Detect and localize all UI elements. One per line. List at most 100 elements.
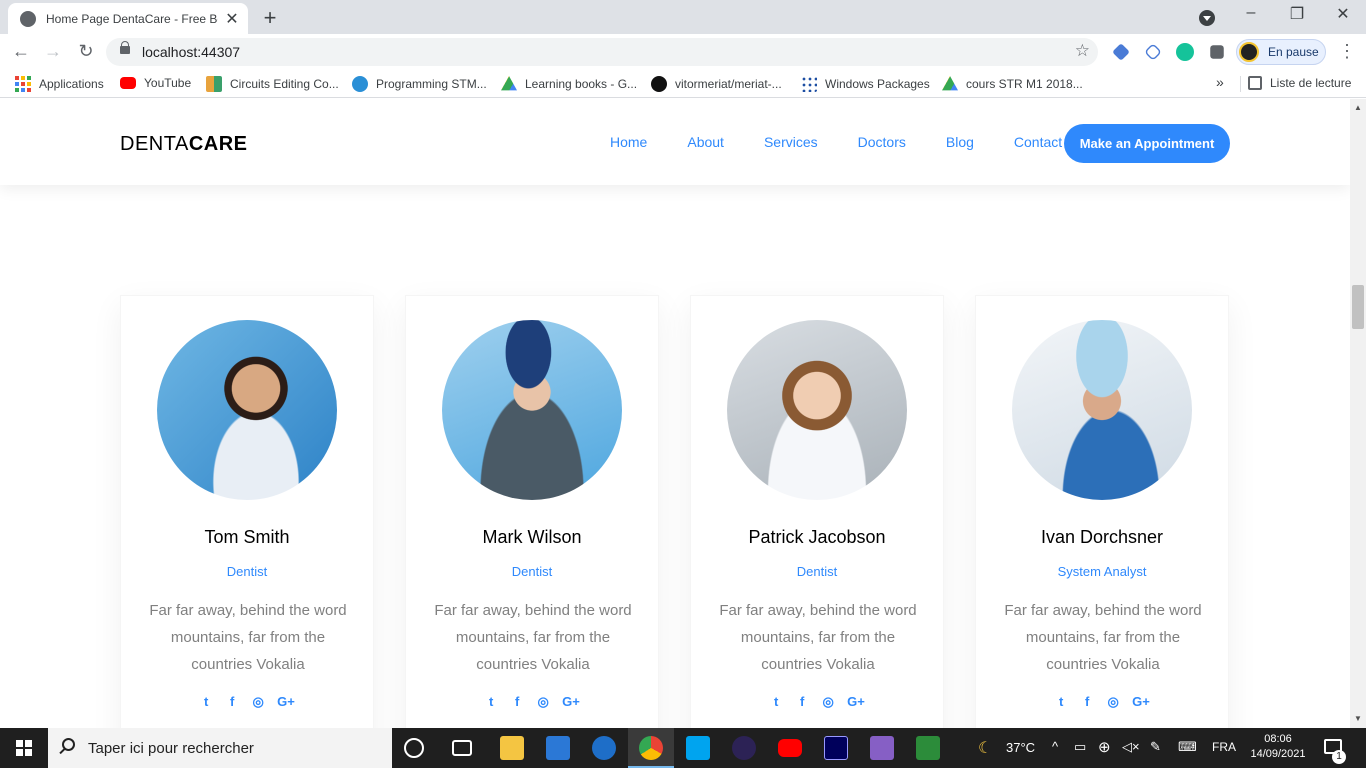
bookmark-github[interactable]: vitormeriat/meriat-... (651, 76, 782, 92)
notification-count: 1 (1332, 750, 1346, 764)
bookmark-label: Learning books - G... (525, 77, 638, 91)
bookmark-learning-books[interactable]: Learning books - G... (501, 76, 637, 92)
twitter-icon[interactable]: t (484, 694, 498, 710)
page-scrollbar[interactable]: ▲ ▼ (1350, 99, 1366, 728)
eclipse-icon[interactable] (732, 736, 756, 760)
keyboard-icon[interactable]: ⌨ (1178, 739, 1197, 755)
reading-list-icon (1248, 76, 1262, 90)
tray-chevron-icon[interactable]: ^ (1052, 739, 1058, 754)
system-clock[interactable]: 08:06 14/09/2021 (1236, 732, 1320, 762)
nav-blog[interactable]: Blog (946, 134, 974, 150)
windows-logo-icon (25, 749, 32, 756)
reload-button[interactable]: ↻ (75, 41, 97, 62)
profile-button[interactable]: En pause (1236, 39, 1326, 65)
start-button[interactable] (0, 728, 48, 768)
site-logo[interactable]: DENTACARE (120, 133, 247, 156)
doctor-card: Tom Smith Dentist Far far away, behind t… (120, 295, 374, 728)
bookmark-cours-str[interactable]: cours STR M1 2018... (942, 76, 1083, 92)
nav-services[interactable]: Services (764, 134, 818, 150)
doctor-role: Dentist (796, 564, 838, 579)
url-text[interactable]: localhost:44307 (142, 44, 240, 60)
app-installer-icon[interactable] (686, 736, 710, 760)
social-links: t f ◎ G+ (121, 694, 373, 710)
link-extension-icon[interactable] (1144, 43, 1162, 61)
bookmark-youtube[interactable]: YouTube (120, 76, 191, 90)
facebook-icon[interactable]: f (1080, 694, 1094, 710)
close-window-button[interactable]: ✕ (1331, 4, 1355, 24)
youtube-icon[interactable] (778, 739, 802, 757)
mail-icon[interactable] (546, 736, 570, 760)
doctor-role: Dentist (511, 564, 553, 579)
youtube-icon (120, 77, 136, 89)
reading-list-button[interactable]: Liste de lecture (1248, 76, 1351, 90)
bookmark-windows-packages[interactable]: Windows Packages (801, 76, 930, 92)
cortana-icon[interactable] (404, 738, 424, 758)
toolbar: ← → ↻ localhost:44307 ☆ En pause ⋮ (0, 34, 1366, 70)
twitter-icon[interactable]: t (1054, 694, 1068, 710)
chrome-icon (639, 736, 663, 760)
make-appointment-button[interactable]: Make an Appointment (1064, 124, 1230, 163)
file-explorer-icon[interactable] (500, 736, 524, 760)
instagram-icon[interactable]: ◎ (821, 694, 835, 710)
network-globe-icon[interactable]: ⊕ (1098, 738, 1111, 756)
google-plus-icon[interactable]: G+ (847, 694, 865, 710)
bookmark-applications[interactable]: Applications (15, 76, 104, 92)
forward-button[interactable]: → (42, 41, 64, 62)
nav-doctors[interactable]: Doctors (858, 134, 906, 150)
scroll-thumb[interactable] (1352, 285, 1364, 329)
volume-mute-icon[interactable]: ◁× (1122, 739, 1140, 755)
windows-logo-icon (16, 749, 23, 756)
instagram-icon[interactable]: ◎ (536, 694, 550, 710)
minimize-button[interactable]: – (1239, 4, 1263, 22)
excel-tool-icon[interactable] (916, 736, 940, 760)
browser-tab[interactable]: Home Page DentaCare - Free Bootstrap ✕ (8, 3, 248, 34)
premiere-pro-icon[interactable] (824, 736, 848, 760)
back-button[interactable]: ← (10, 41, 32, 62)
windows-logo-icon (25, 740, 32, 747)
bookmark-label: Windows Packages (825, 77, 930, 91)
tab-strip: Home Page DentaCare - Free Bootstrap ✕ +… (0, 0, 1366, 34)
scroll-up-arrow-icon[interactable]: ▲ (1354, 103, 1362, 112)
bookmarks-bar: Applications YouTube Circuits Editing Co… (0, 70, 1366, 98)
menu-kebab-icon[interactable]: ⋮ (1338, 41, 1356, 62)
more-bookmarks-button[interactable]: » (1216, 74, 1224, 90)
battery-icon[interactable]: ▭ (1074, 739, 1086, 755)
address-bar[interactable]: localhost:44307 ☆ (106, 38, 1098, 66)
google-plus-icon[interactable]: G+ (277, 694, 295, 710)
taskbar-search[interactable]: Taper ici pour rechercher (48, 728, 392, 768)
grammarly-icon[interactable] (1176, 43, 1194, 61)
facebook-icon[interactable]: f (510, 694, 524, 710)
facebook-icon[interactable]: f (225, 694, 239, 710)
chrome-taskbar-active[interactable] (628, 728, 674, 768)
task-view-icon[interactable] (452, 740, 472, 756)
instagram-icon[interactable]: ◎ (251, 694, 265, 710)
visual-studio-icon[interactable] (870, 736, 894, 760)
twitter-icon[interactable]: t (199, 694, 213, 710)
search-icon (62, 738, 75, 751)
nav-about[interactable]: About (687, 134, 724, 150)
restore-button[interactable]: ❐ (1285, 4, 1309, 24)
tab-search-icon[interactable] (1199, 10, 1215, 26)
google-plus-icon[interactable]: G+ (1132, 694, 1150, 710)
moon-weather-icon[interactable]: ☾ (978, 738, 992, 758)
teamviewer-icon[interactable] (592, 736, 616, 760)
twitter-icon[interactable]: t (769, 694, 783, 710)
weather-temp[interactable]: 37°C (1006, 740, 1035, 755)
tab-close-icon[interactable]: ✕ (224, 9, 240, 29)
extension-icon[interactable] (1112, 43, 1130, 61)
instagram-icon[interactable]: ◎ (1106, 694, 1120, 710)
nav-contact[interactable]: Contact (1014, 134, 1062, 150)
facebook-icon[interactable]: f (795, 694, 809, 710)
bookmark-label: Circuits Editing Co... (230, 77, 339, 91)
new-tab-button[interactable]: + (258, 5, 282, 31)
lock-icon[interactable] (120, 41, 130, 54)
google-plus-icon[interactable]: G+ (562, 694, 580, 710)
input-language[interactable]: FRA (1212, 740, 1236, 754)
nav-home[interactable]: Home (610, 134, 647, 150)
bookmark-circuits[interactable]: Circuits Editing Co... (206, 76, 339, 92)
bookmark-programming[interactable]: Programming STM... (352, 76, 487, 92)
puzzle-extensions-icon[interactable] (1210, 45, 1224, 59)
scroll-down-arrow-icon[interactable]: ▼ (1354, 714, 1362, 723)
bookmark-star-icon[interactable]: ☆ (1075, 41, 1090, 61)
pen-icon[interactable]: ✎ (1150, 739, 1161, 755)
